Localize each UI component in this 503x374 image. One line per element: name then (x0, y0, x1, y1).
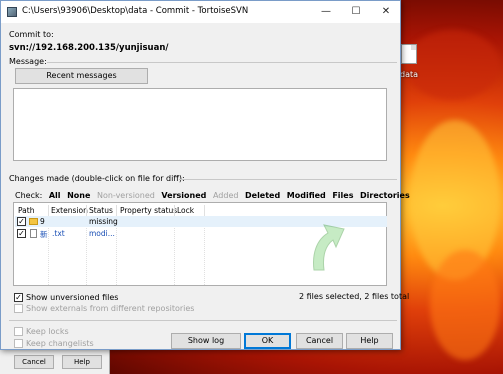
file-icon (30, 229, 37, 238)
show-externals-label[interactable]: Show externals from different repositori… (26, 304, 194, 313)
background-cancel-button[interactable]: Cancel (14, 355, 54, 369)
folder-icon (29, 218, 38, 225)
row-checkbox[interactable]: ✓ (17, 229, 26, 238)
filter-files[interactable]: Files (332, 191, 353, 200)
show-externals-checkbox[interactable] (14, 304, 23, 313)
repository-url: svn://192.168.200.135/yunjisuan/ (9, 43, 169, 53)
changes-list[interactable]: Path Extension Status Property status Lo… (13, 202, 387, 286)
column-separator (116, 205, 117, 215)
dialog-scrollbar[interactable] (390, 206, 398, 286)
row-checkbox[interactable]: ✓ (17, 217, 26, 226)
row-path: 9 (40, 217, 45, 226)
keep-locks-checkbox[interactable] (14, 327, 23, 336)
filter-added[interactable]: Added (213, 191, 239, 200)
row-path: 新 (40, 230, 48, 239)
filter-none[interactable]: None (67, 191, 90, 200)
row-extension: .txt (52, 229, 65, 238)
column-separator (204, 205, 205, 215)
tortoisesvn-watermark-icon (313, 224, 345, 271)
check-label: Check: (15, 191, 43, 200)
column-header-lock[interactable]: Lock (177, 206, 194, 215)
desktop-folder-icon[interactable] (398, 42, 420, 68)
recent-messages-button[interactable]: Recent messages (15, 68, 148, 84)
row-status: modi... (89, 229, 115, 238)
column-header-status[interactable]: Status (89, 206, 113, 215)
keep-locks-label[interactable]: Keep locks (26, 327, 69, 336)
column-header-path[interactable]: Path (18, 206, 34, 215)
help-button[interactable]: Help (346, 333, 393, 349)
column-header-extension[interactable]: Extension (51, 206, 88, 215)
keep-changelists-checkbox[interactable] (14, 339, 23, 348)
background-help-button[interactable]: Help (62, 355, 102, 369)
minimize-button[interactable]: — (311, 1, 341, 23)
maximize-button[interactable]: ☐ (341, 1, 371, 23)
close-button[interactable]: ✕ (371, 1, 401, 23)
message-label: Message: (9, 57, 47, 66)
commit-to-label: Commit to: (9, 30, 54, 39)
column-separator (48, 205, 49, 215)
filter-modified[interactable]: Modified (287, 191, 326, 200)
wallpaper-flame (430, 250, 500, 360)
message-group-line (47, 62, 397, 63)
filter-deleted[interactable]: Deleted (245, 191, 280, 200)
changes-group-line (179, 179, 397, 180)
window-title: C:\Users\93906\Desktop\data - Commit - T… (22, 6, 249, 16)
show-unversioned-label[interactable]: Show unversioned files (26, 293, 118, 302)
title-bar[interactable]: C:\Users\93906\Desktop\data - Commit - T… (1, 1, 400, 23)
check-filter-row: Check: All None Non-versioned Versioned … (15, 191, 414, 200)
filter-non-versioned[interactable]: Non-versioned (97, 191, 155, 200)
commit-dialog: C:\Users\93906\Desktop\data - Commit - T… (0, 0, 410, 350)
filter-directories[interactable]: Directories (360, 191, 410, 200)
changes-label: Changes made (double-click on file for d… (9, 174, 185, 183)
column-header-property-status[interactable]: Property status (120, 206, 177, 215)
filter-versioned[interactable]: Versioned (161, 191, 206, 200)
cancel-button[interactable]: Cancel (296, 333, 343, 349)
ok-button[interactable]: OK (244, 333, 291, 349)
column-separator (86, 205, 87, 215)
row-status: missing (89, 217, 118, 226)
show-unversioned-checkbox[interactable]: ✓ (14, 293, 23, 302)
selection-summary: 2 files selected, 2 files total (299, 292, 410, 301)
keep-changelists-label[interactable]: Keep changelists (26, 339, 94, 348)
options-separator (9, 320, 397, 321)
tortoisesvn-icon (7, 7, 17, 17)
desktop-icon-label[interactable]: data (400, 70, 418, 79)
message-textarea[interactable] (13, 88, 387, 161)
filter-all[interactable]: All (49, 191, 61, 200)
column-separator (174, 205, 175, 215)
show-log-button[interactable]: Show log (171, 333, 241, 349)
